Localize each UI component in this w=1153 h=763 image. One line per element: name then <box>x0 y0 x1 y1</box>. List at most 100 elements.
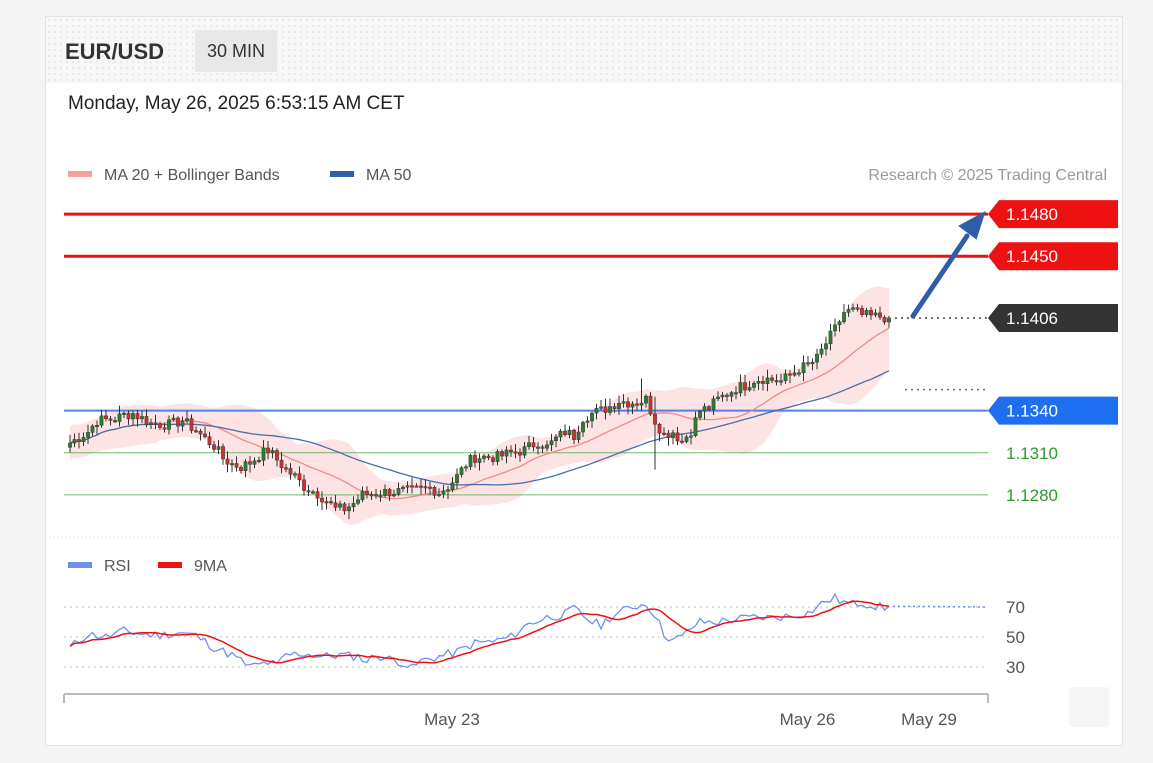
candle-body <box>630 403 635 408</box>
candle-body <box>275 450 279 461</box>
candle-body <box>270 450 275 454</box>
candle-body <box>207 436 212 445</box>
candle-body <box>86 432 90 438</box>
candle-body <box>882 316 887 323</box>
candle-body <box>410 485 414 488</box>
candle-body <box>126 412 131 420</box>
candle-body <box>774 380 779 383</box>
candle-body <box>738 382 743 394</box>
candle-body <box>599 406 603 409</box>
rsi-panel: 70 50 30 <box>64 592 1025 677</box>
candle-body <box>491 457 495 462</box>
rsi-ma-line <box>69 600 890 664</box>
bollinger-band-area <box>70 286 889 525</box>
support-label: 1.1280 <box>1006 486 1058 505</box>
candle-body <box>594 408 599 414</box>
candle-body <box>698 410 702 418</box>
candle-body <box>459 467 464 475</box>
candle-body <box>608 406 612 413</box>
candle-body <box>225 458 230 465</box>
candle-body <box>563 430 567 435</box>
candle-body <box>684 436 689 443</box>
candle-body <box>441 490 446 495</box>
candle-body <box>153 422 158 425</box>
arrow-head <box>958 210 986 240</box>
rsi-line <box>69 592 890 668</box>
candle-body <box>423 486 428 489</box>
candle-body <box>810 361 815 365</box>
candle-body <box>243 461 248 471</box>
candle-body <box>513 451 518 454</box>
candle-body <box>293 473 297 476</box>
candle-body <box>846 309 851 313</box>
candle-body <box>689 435 693 438</box>
candle-body <box>495 451 500 462</box>
candle-body <box>554 436 558 441</box>
candle-body <box>374 494 378 497</box>
candle-body <box>801 362 806 374</box>
candle-body <box>783 373 788 381</box>
candle-body <box>378 495 383 498</box>
candle-body <box>198 430 203 435</box>
candle-body <box>855 307 860 310</box>
candle-body <box>635 403 639 406</box>
candle-body <box>873 312 878 316</box>
candle-body <box>540 446 545 449</box>
candle-body <box>648 395 653 415</box>
candle-body <box>392 493 396 497</box>
x-tick-label: May 26 <box>780 710 836 729</box>
candle-body <box>572 429 576 440</box>
candle-body <box>828 330 833 344</box>
candle-body <box>509 449 513 453</box>
candle-body <box>765 377 770 384</box>
candle-body <box>702 406 707 412</box>
price-chart: MA 20 + Bollinger Bands MA 50 Research ©… <box>45 167 1122 729</box>
candle-body <box>360 490 365 501</box>
candle-body <box>149 422 153 425</box>
candle-body <box>216 446 221 450</box>
candle-body <box>81 437 86 442</box>
candle-body <box>464 466 468 469</box>
candle-body <box>621 401 626 404</box>
candle-body <box>860 308 864 315</box>
x-tick-label: May 23 <box>424 710 480 729</box>
rsi-tick-label: 70 <box>1006 598 1025 617</box>
candle-body <box>581 422 585 433</box>
candle-body <box>518 451 522 456</box>
candle-body <box>383 489 387 496</box>
candle-body <box>729 392 734 397</box>
candle-body <box>612 406 617 409</box>
candle-body <box>162 427 167 430</box>
candle-body <box>342 503 347 512</box>
rsi-legend-label: RSI <box>104 558 131 575</box>
rsi-swatch <box>68 562 92 568</box>
rsi-ma-swatch <box>158 562 182 568</box>
pivot-label: 1.1340 <box>1006 402 1058 421</box>
candle-body <box>419 485 423 488</box>
candle-body <box>297 473 302 481</box>
candle-body <box>351 503 356 508</box>
candle-body <box>707 406 711 410</box>
candle-body <box>185 418 189 422</box>
candle-body <box>234 463 239 468</box>
candle-body <box>248 461 252 465</box>
candle-body <box>833 324 837 332</box>
candle-body <box>864 310 869 315</box>
last-price-label: 1.1406 <box>1006 309 1058 328</box>
candle-body <box>603 406 608 413</box>
candle-body <box>693 417 698 437</box>
candle-body <box>468 455 473 467</box>
candle-body <box>90 425 95 433</box>
candle-body <box>144 416 149 425</box>
candle-body <box>720 394 725 398</box>
candle-body <box>792 372 797 376</box>
candle-body <box>752 383 756 388</box>
candle-body <box>527 442 531 447</box>
candle-body <box>387 489 392 497</box>
candle-body <box>365 490 369 496</box>
candle-body <box>747 387 752 391</box>
candle-body <box>639 402 644 406</box>
candle-body <box>311 491 315 494</box>
candle-body <box>869 310 873 316</box>
resistance-label: 1.1450 <box>1006 247 1058 266</box>
